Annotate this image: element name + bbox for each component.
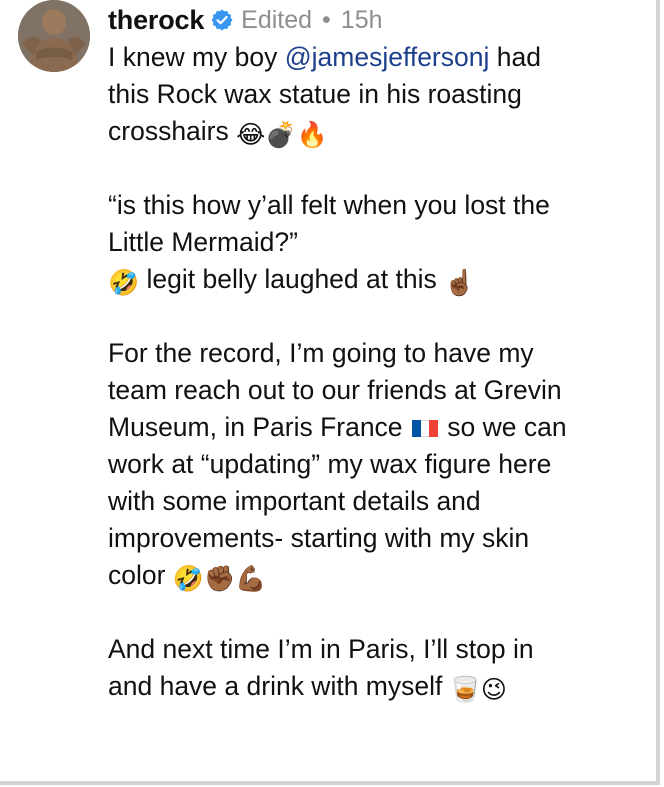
caption-line: And next time I’m in Paris, I’ll stop in	[108, 634, 534, 664]
caption-line: color 🤣✊🏾💪🏾	[108, 560, 267, 593]
caption-line: “is this how y’all felt when you lost th…	[108, 190, 550, 220]
separator-dot: •	[322, 5, 331, 34]
caption-line: and have a drink with myself 🥃😉	[108, 671, 507, 704]
laughing-bomb-fire-emoji: 😂💣🔥	[236, 120, 328, 149]
edited-label: Edited	[241, 5, 313, 34]
caption-line: crosshairs 😂💣🔥	[108, 116, 328, 149]
caption-line: 🤣 legit belly laughed at this ☝🏾	[108, 264, 476, 297]
tumbler-wink-emoji: 🥃😉	[449, 675, 507, 704]
pointing-up-emoji: ☝🏾	[444, 268, 476, 297]
username-link[interactable]: therock	[108, 5, 204, 36]
caption-line: improvements- starting with my skin	[108, 523, 530, 553]
caption-line: work at “updating” my wax figure here	[108, 449, 552, 479]
caption-line: with some important details and	[108, 486, 481, 516]
caption-line: team reach out to our friends at Grevin	[108, 375, 562, 405]
post-caption-card: therock Edited • 15h I knew my boy @jame…	[0, 0, 660, 785]
caption-line: Little Mermaid?”	[108, 227, 298, 257]
timestamp[interactable]: 15h	[341, 6, 383, 35]
rofl-fist-flex-emoji: 🤣✊🏾💪🏾	[172, 564, 267, 593]
caption-line: this Rock wax statue in his roasting	[108, 79, 522, 109]
mention-link[interactable]: @jamesjeffersonj	[285, 42, 490, 72]
caption-line: Museum, in Paris France so we can	[108, 412, 567, 442]
avatar-photo	[18, 0, 90, 72]
avatar[interactable]	[18, 0, 90, 72]
france-flag-icon	[411, 420, 438, 437]
rofl-emoji: 🤣	[108, 268, 140, 297]
verified-badge-icon	[210, 8, 234, 32]
caption-line: For the record, I’m going to have my	[108, 338, 534, 368]
caption-line: I knew my boy @jamesjeffersonj had	[108, 42, 541, 72]
post-header: therock Edited • 15h	[108, 2, 383, 38]
caption-text: I knew my boy @jamesjeffersonj had this …	[108, 39, 648, 705]
